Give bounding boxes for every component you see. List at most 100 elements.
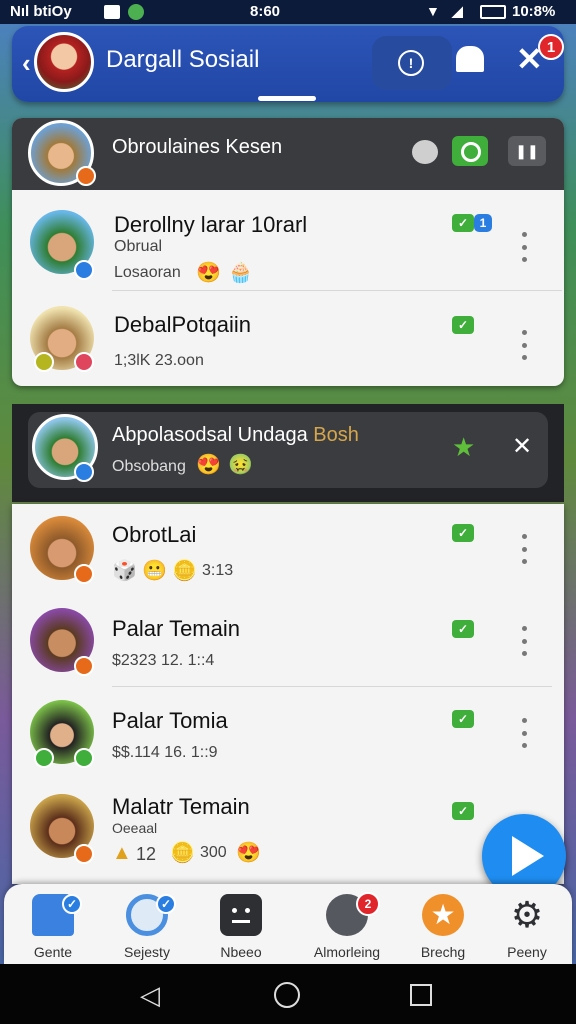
chat-bubble-icon[interactable] bbox=[412, 140, 438, 164]
group-status-badge bbox=[76, 166, 96, 186]
nav-label: Sejesty bbox=[124, 944, 170, 960]
nav-label: Peeny bbox=[507, 944, 547, 960]
bottom-navigation: ✓ Gente ✓ Sejesty Nbeeo 2 Almorleing ★ B… bbox=[4, 884, 572, 964]
warning-icon: ▲ bbox=[112, 842, 132, 864]
home-nav-icon[interactable] bbox=[274, 982, 300, 1008]
bell-icon[interactable] bbox=[456, 46, 484, 72]
battery-text: 10:8% bbox=[512, 3, 556, 20]
verified-chip: ✓ bbox=[452, 316, 474, 334]
refresh-button[interactable] bbox=[452, 136, 488, 166]
refresh-icon bbox=[461, 142, 481, 162]
list-item[interactable]: Malatr Temain Oeeaal ▲ 12 🪙 300 😍 ✓ bbox=[12, 780, 564, 880]
verified-chip: ✓ bbox=[452, 524, 474, 542]
nav-item-explore[interactable]: ✓ Sejesty bbox=[102, 890, 192, 962]
wifi-icon: ▼ bbox=[426, 3, 440, 19]
pause-button[interactable]: ❚❚ bbox=[508, 136, 546, 166]
signal-icon: ◢ bbox=[452, 3, 463, 19]
contact-name: DebalPotqaiin bbox=[114, 312, 251, 337]
nav-item-settings[interactable]: ⚙ Peeny bbox=[482, 890, 572, 962]
heart-face-icon: 😍 bbox=[196, 262, 221, 284]
info-icon[interactable]: ! bbox=[398, 50, 424, 76]
contact-name: Derollny larar 10rarl bbox=[114, 212, 308, 237]
contact-meta: 1;3lK 23.oon bbox=[114, 352, 204, 369]
top-group-panel: Obroulaines Kesen ❚❚ Derollny larar 10ra… bbox=[12, 118, 564, 386]
online-badge bbox=[74, 462, 94, 482]
star-icon[interactable]: ★ bbox=[452, 432, 475, 463]
chat-icon bbox=[220, 894, 262, 936]
more-menu-icon[interactable] bbox=[520, 718, 528, 748]
signal-carrier-text: Nıl btiOy bbox=[10, 3, 72, 20]
cupcake-icon: 🧁 bbox=[228, 262, 253, 284]
profile-avatar[interactable] bbox=[34, 32, 94, 92]
nav-badge: ✓ bbox=[62, 894, 82, 914]
play-icon bbox=[512, 836, 544, 876]
more-menu-icon[interactable] bbox=[520, 534, 528, 564]
nav-item-favorites[interactable]: ★ Brechg bbox=[398, 890, 488, 962]
contact-meta-b: 300 bbox=[200, 844, 227, 861]
highlight-title-main: Abpolasodsal Undaga bbox=[112, 424, 308, 446]
back-nav-icon[interactable]: ◁ bbox=[140, 980, 160, 1011]
nav-badge: 2 bbox=[356, 892, 380, 916]
gear-icon: ⚙ bbox=[510, 894, 544, 935]
back-icon[interactable]: ‹ bbox=[22, 48, 31, 79]
contact-name: Malatr Temain bbox=[112, 794, 250, 819]
contact-meta-a: 12 bbox=[136, 844, 157, 864]
recents-nav-icon[interactable] bbox=[410, 984, 432, 1006]
contact-meta: 3:13 bbox=[202, 562, 234, 579]
highlight-title: Abpolasodsal Undaga Bosh bbox=[112, 424, 359, 447]
nav-label: Almorleing bbox=[313, 944, 381, 960]
coins-icon: 🪙 bbox=[172, 560, 197, 582]
nav-label: Brechg bbox=[420, 944, 466, 960]
online-badge bbox=[74, 748, 94, 768]
dismiss-icon[interactable]: ✕ bbox=[512, 432, 532, 461]
drag-handle[interactable] bbox=[258, 96, 316, 101]
group-header[interactable]: Obroulaines Kesen ❚❚ bbox=[12, 118, 564, 190]
status-badge bbox=[74, 656, 94, 676]
more-menu-icon[interactable] bbox=[520, 232, 528, 262]
nav-item-home[interactable]: ✓ Gente bbox=[8, 890, 98, 962]
contact-meta: Losaoran bbox=[114, 264, 181, 281]
online-badge bbox=[74, 260, 94, 280]
contact-name: Palar Temain bbox=[112, 616, 240, 641]
save-icon bbox=[104, 5, 120, 19]
contact-name: Palar Tomia bbox=[112, 708, 228, 733]
green-face-icon: 🤢 bbox=[228, 454, 253, 476]
verified-chip: ✓ bbox=[452, 802, 474, 820]
contact-sub: Oeeaal bbox=[112, 820, 158, 836]
system-navigation-bar: ◁ bbox=[0, 964, 576, 1024]
nav-label: Gente bbox=[33, 944, 73, 960]
status-badge bbox=[74, 564, 94, 584]
app-header: ‹ Dargall Sosiail ! ✕ 1 bbox=[12, 26, 564, 102]
status-badge bbox=[74, 844, 94, 864]
coins-icon: 🪙 bbox=[170, 842, 195, 864]
contact-sub: Obrual bbox=[114, 238, 163, 255]
list-item[interactable]: Derollny larar 10rarl Obrual Losaoran 😍 … bbox=[12, 190, 564, 290]
highlight-band: Abpolasodsal Undaga Bosh Obsobang 😍 🤢 ★ … bbox=[12, 404, 564, 502]
contact-list-panel: ObrotLai 🎲 😬 🪙 3:13 ✓ Palar Temain $2323… bbox=[12, 504, 564, 884]
nav-item-activity[interactable]: 2 Almorleing bbox=[302, 890, 392, 962]
count-badge: 1 bbox=[474, 214, 492, 232]
list-item[interactable]: Palar Temain $2323 12. 1::4 ✓ bbox=[12, 596, 564, 688]
group-title: Obroulaines Kesen bbox=[112, 136, 283, 158]
status-bar: Nıl btiOy 8:60 ▼ ◢ 10:8% bbox=[0, 0, 576, 24]
nav-item-messages[interactable]: Nbeeo bbox=[196, 890, 286, 962]
heart-face-icon: 😍 bbox=[196, 454, 221, 476]
list-item[interactable]: ObrotLai 🎲 😬 🪙 3:13 ✓ bbox=[12, 504, 564, 596]
status-badge bbox=[34, 748, 54, 768]
more-menu-icon[interactable] bbox=[520, 626, 528, 656]
list-item[interactable]: DebalPotqaiin 1;3lK 23.oon ✓ bbox=[12, 290, 564, 386]
status-time: 8:60 bbox=[250, 3, 281, 20]
heart-face-icon: 😍 bbox=[236, 842, 261, 864]
highlight-card[interactable]: Abpolasodsal Undaga Bosh Obsobang 😍 🤢 ★ … bbox=[28, 412, 548, 488]
nav-badge: ✓ bbox=[156, 894, 176, 914]
star-icon: ★ bbox=[422, 894, 464, 936]
more-menu-icon[interactable] bbox=[520, 330, 528, 360]
contact-meta: $$.114 16. 1::9 bbox=[112, 744, 218, 761]
battery-icon bbox=[480, 5, 506, 19]
app-title: Dargall Sosiail bbox=[106, 46, 260, 73]
verified-chip: ✓ bbox=[452, 710, 474, 728]
grin-face-icon: 😬 bbox=[142, 560, 167, 582]
list-item[interactable]: Palar Tomia $$.114 16. 1::9 ✓ bbox=[12, 688, 564, 780]
contact-name: ObrotLai bbox=[112, 522, 197, 547]
divider bbox=[112, 686, 552, 687]
